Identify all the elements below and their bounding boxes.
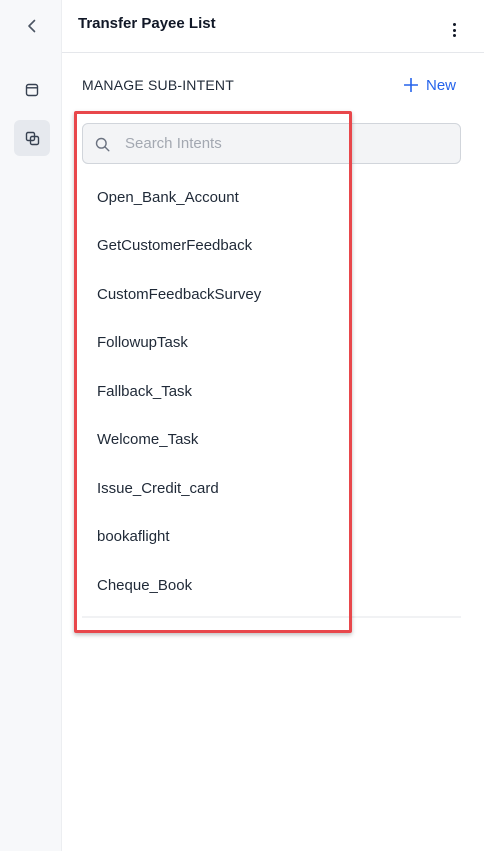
- more-options-button[interactable]: [446, 18, 462, 42]
- list-item[interactable]: CustomFeedbackSurvey: [82, 270, 461, 319]
- new-button-label: New: [426, 76, 457, 94]
- list-item[interactable]: Issue_Credit_card: [82, 464, 461, 513]
- list-divider: [82, 616, 461, 618]
- intent-list: Open_Bank_Account GetCustomerFeedback Cu…: [82, 173, 461, 610]
- list-item[interactable]: Open_Bank_Account: [82, 173, 461, 222]
- new-sub-intent-button[interactable]: New: [404, 74, 456, 96]
- sub-intent-button[interactable]: [14, 120, 50, 156]
- window-icon: [25, 83, 39, 97]
- list-item[interactable]: Fallback_Task: [82, 367, 461, 416]
- list-item[interactable]: Welcome_Task: [82, 416, 461, 465]
- kebab-icon: [452, 23, 456, 26]
- search-icon: [95, 137, 110, 152]
- chevron-left-icon: [28, 19, 36, 33]
- copy-icon: [25, 131, 39, 145]
- list-item[interactable]: FollowupTask: [82, 319, 461, 368]
- back-button[interactable]: [14, 8, 50, 44]
- list-item[interactable]: GetCustomerFeedback: [82, 222, 461, 271]
- screen-view-button[interactable]: [14, 72, 50, 108]
- list-item[interactable]: bookaflight: [82, 513, 461, 562]
- section-title: MANAGE SUB-INTENT: [82, 77, 234, 93]
- page-title: Transfer Payee List: [78, 15, 216, 32]
- list-item[interactable]: Cheque_Book: [82, 561, 461, 610]
- search-input[interactable]: [125, 124, 445, 163]
- panel-header: Transfer Payee List: [62, 0, 484, 53]
- plus-icon: [404, 78, 418, 92]
- search-box: [82, 123, 461, 164]
- left-rail: [0, 0, 62, 851]
